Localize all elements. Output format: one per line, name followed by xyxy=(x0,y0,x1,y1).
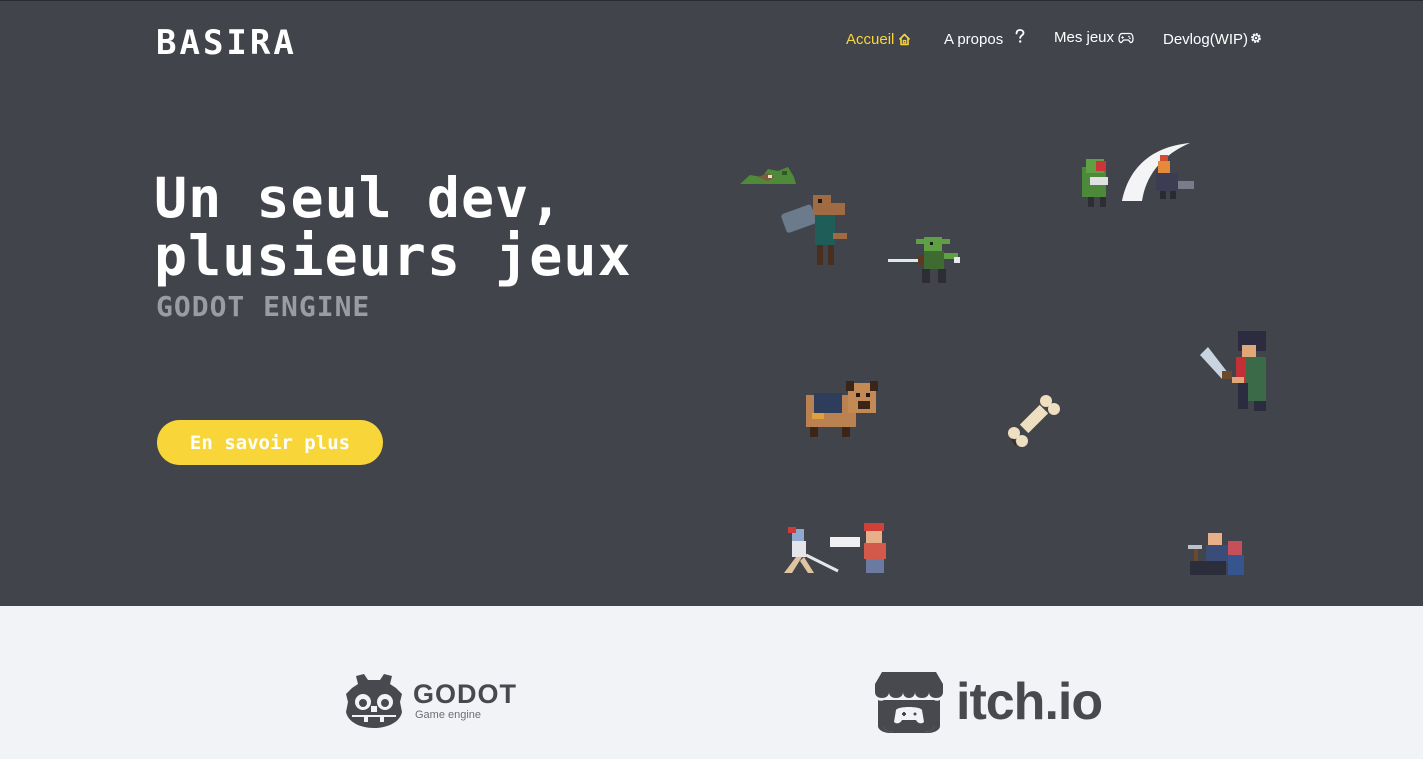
hero-section: BASIRA Accueil A propos Mes jeux Devlog(… xyxy=(0,0,1423,606)
nav-item-label: Accueil xyxy=(846,31,895,48)
godot-name: GODOT xyxy=(413,679,517,709)
hero-headline: Un seul dev, plusieurs jeux xyxy=(154,169,632,285)
gear-icon xyxy=(1251,32,1261,43)
partners-section: GODOT Game engine itch.io xyxy=(0,606,1423,759)
fighters-sprite xyxy=(784,523,886,573)
question-icon xyxy=(1015,28,1025,43)
gamepad-icon xyxy=(1118,32,1134,43)
godot-robot-icon xyxy=(346,674,402,728)
goblin-vs-warrior-sprite xyxy=(1082,143,1194,207)
nav-item-mes-jeux[interactable]: Mes jeux xyxy=(1054,29,1134,46)
bone-sprite xyxy=(1008,395,1060,447)
hero-headline-line1: Un seul dev, xyxy=(154,166,564,230)
ninja-swordsman-sprite xyxy=(1200,331,1266,411)
nav-item-label: Mes jeux xyxy=(1054,29,1115,46)
pug-dog-sprite xyxy=(806,381,878,437)
itch-name: itch.io xyxy=(956,673,1103,731)
godot-subtitle: Game engine xyxy=(415,709,482,721)
home-icon xyxy=(899,33,911,46)
blacksmith-sprite xyxy=(1188,533,1244,575)
main-nav: Accueil A propos Mes jeux Devlog(WIP) xyxy=(0,28,1423,53)
learn-more-button[interactable]: En savoir plus xyxy=(157,420,383,465)
sprite-collage xyxy=(720,121,1280,591)
knight-with-hammer-sprite xyxy=(781,195,847,265)
nav-item-label: Devlog(WIP) xyxy=(1163,31,1249,48)
nav-item-label: A propos xyxy=(944,31,1004,48)
itch-shop-icon xyxy=(875,672,943,733)
hero-headline-line2: plusieurs jeux xyxy=(154,224,632,288)
hero-subtitle: GODOT ENGINE xyxy=(156,290,371,323)
goblin-swordsman-sprite xyxy=(888,237,960,283)
itch-io-logo[interactable]: itch.io xyxy=(874,670,1103,734)
godot-logo[interactable]: GODOT Game engine xyxy=(344,672,517,730)
nav-item-a-propos[interactable]: A propos xyxy=(944,28,1027,48)
nav-item-accueil[interactable]: Accueil xyxy=(846,31,911,48)
goblin-pile-sprite xyxy=(740,167,796,184)
godot-text: GODOT Game engine xyxy=(413,680,517,722)
nav-item-devlog[interactable]: Devlog(WIP) xyxy=(1163,31,1263,48)
